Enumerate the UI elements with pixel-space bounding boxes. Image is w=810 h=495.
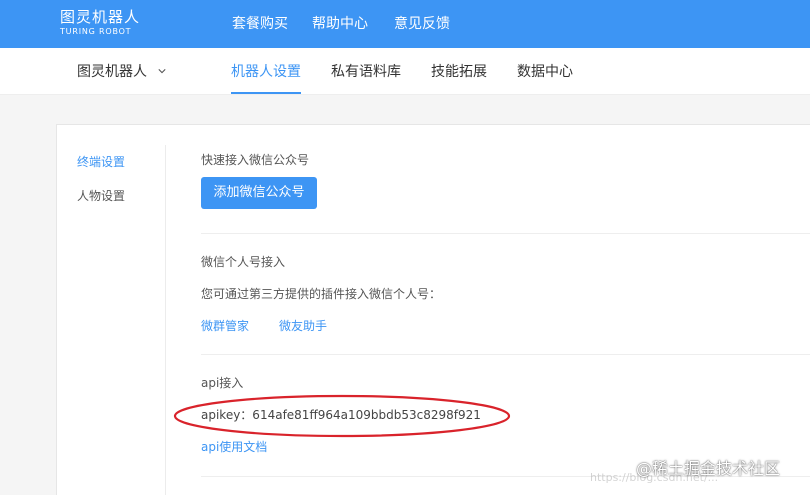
wechat-personal-title: 微信个人号接入 [201, 255, 286, 269]
add-wechat-official-button[interactable]: 添加微信公众号 [201, 177, 317, 209]
tab-private-corpus[interactable]: 私有语料库 [331, 63, 401, 81]
watermark-juejin: @稀土掘金技术社区 [636, 459, 781, 478]
link-weiyou-zhushou[interactable]: 微友助手 [279, 318, 327, 334]
turing-robot-logo[interactable]: 图灵机器人 TURING ROBOT [60, 8, 140, 40]
topnav-package-purchase[interactable]: 套餐购买 [232, 15, 288, 33]
logo-text-en: TURING ROBOT [60, 27, 132, 36]
logo-text-cn: 图灵机器人 [60, 8, 141, 26]
tab-skill-extension[interactable]: 技能拓展 [431, 63, 487, 81]
sidebar-item-persona-settings[interactable]: 人物设置 [77, 188, 125, 204]
link-api-docs[interactable]: api使用文档 [201, 439, 267, 455]
sidebar-item-terminal-settings[interactable]: 终端设置 [77, 154, 125, 170]
sub-nav-bar: 图灵机器人 机器人设置 私有语料库 技能拓展 数据中心 [0, 48, 810, 95]
settings-card [56, 124, 810, 495]
sidebar-divider [165, 145, 166, 495]
annotation-ellipse [173, 394, 511, 438]
link-weiqun-guanjia[interactable]: 微群管家 [201, 318, 249, 334]
topnav-help-center[interactable]: 帮助中心 [312, 15, 368, 33]
wechat-official-title: 快速接入微信公众号 [201, 153, 310, 167]
section-divider [201, 354, 810, 355]
wechat-personal-desc: 您可通过第三方提供的插件接入微信个人号： [201, 287, 442, 301]
tab-robot-settings[interactable]: 机器人设置 [231, 63, 301, 81]
active-tab-indicator [231, 92, 301, 94]
top-bar: 图灵机器人 TURING ROBOT 套餐购买 帮助中心 意见反馈 [0, 0, 810, 48]
api-section-title: api接入 [201, 376, 244, 390]
topnav-feedback[interactable]: 意见反馈 [394, 15, 450, 33]
tab-data-center[interactable]: 数据中心 [517, 63, 573, 81]
robot-selector[interactable]: 图灵机器人 [77, 63, 147, 81]
chevron-down-icon[interactable] [158, 67, 166, 75]
section-divider [201, 233, 810, 234]
